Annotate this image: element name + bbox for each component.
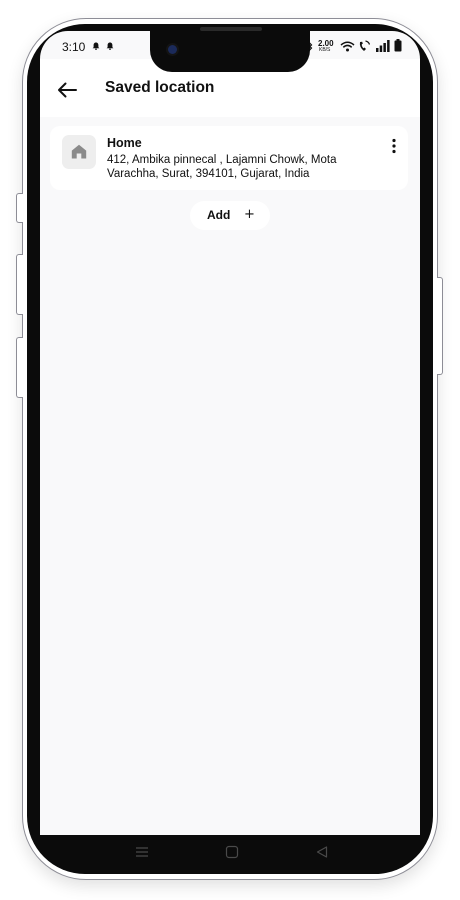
battery-icon xyxy=(394,39,402,52)
status-time: 3:10 xyxy=(62,40,86,54)
back-triangle-icon[interactable] xyxy=(315,845,329,859)
notification-bell-icon xyxy=(106,42,114,50)
system-nav-bar xyxy=(40,835,420,871)
add-button-label: Add xyxy=(207,208,231,222)
device-volume-up-button xyxy=(16,254,23,315)
location-name: Home xyxy=(107,136,142,150)
device-side-button xyxy=(16,193,23,223)
device-power-button xyxy=(437,277,443,375)
status-icons: 2.00 KB/S xyxy=(306,39,416,55)
home-square-icon[interactable] xyxy=(225,845,239,859)
wifi-calling-icon xyxy=(359,40,371,51)
home-icon xyxy=(71,144,87,159)
location-type-icon-box xyxy=(62,135,96,169)
plus-icon: + xyxy=(244,207,255,222)
network-speed-unit: KB/S xyxy=(319,47,331,53)
page-title: Saved location xyxy=(105,79,215,96)
device-volume-down-button xyxy=(16,337,23,398)
menu-icon[interactable] xyxy=(135,845,149,859)
saved-location-card[interactable]: Home 412, Ambika pinnecal , Lajamni Chow… xyxy=(50,126,408,190)
location-address: 412, Ambika pinnecal , Lajamni Chowk, Mo… xyxy=(107,154,337,180)
front-camera xyxy=(168,45,177,54)
more-options-icon[interactable] xyxy=(390,138,398,154)
add-location-button[interactable]: Add + xyxy=(190,201,270,230)
earpiece-speaker xyxy=(200,27,262,31)
back-arrow-icon[interactable] xyxy=(56,81,78,99)
wifi-icon xyxy=(340,41,355,52)
signal-icon xyxy=(376,40,390,52)
screen: 3:10 2.00 KB/S Saved location Home 412, … xyxy=(40,31,420,835)
notification-bell-icon xyxy=(92,42,100,50)
